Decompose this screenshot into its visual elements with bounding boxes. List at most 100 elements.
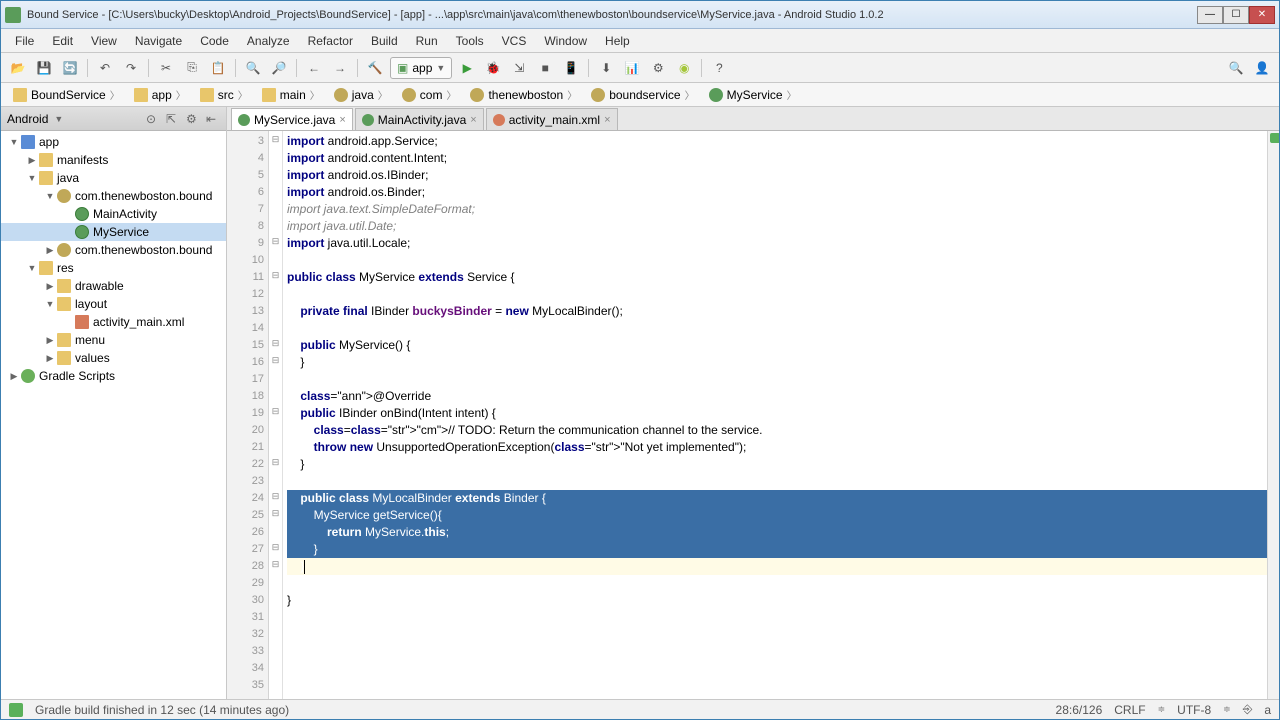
- close-button[interactable]: ✕: [1249, 6, 1275, 24]
- project-view-selector[interactable]: Android: [7, 112, 48, 126]
- breadcrumb-app[interactable]: app〉: [128, 85, 192, 104]
- tree-item-menu[interactable]: ▶menu: [1, 331, 226, 349]
- avd-icon[interactable]: 📱: [560, 57, 582, 79]
- attach-icon[interactable]: ⇲: [508, 57, 530, 79]
- copy-icon[interactable]: ⎘: [181, 57, 203, 79]
- tree-item-layout[interactable]: ▼layout: [1, 295, 226, 313]
- line-number-gutter[interactable]: 3456789101112131415161718192021222324252…: [227, 131, 269, 699]
- breadcrumb-com[interactable]: com〉: [396, 85, 463, 104]
- scroll-to-source-icon[interactable]: ⊙: [146, 112, 160, 126]
- close-tab-icon[interactable]: ×: [604, 114, 610, 126]
- menu-vcs[interactable]: VCS: [494, 32, 535, 50]
- stop-icon[interactable]: ■: [534, 57, 556, 79]
- menu-window[interactable]: Window: [536, 32, 595, 50]
- window-title: Bound Service - [C:\Users\bucky\Desktop\…: [27, 9, 1197, 21]
- status-ok-icon: [9, 703, 23, 717]
- error-strip[interactable]: [1267, 131, 1279, 699]
- menu-edit[interactable]: Edit: [44, 32, 81, 50]
- run-config-label: app: [412, 61, 432, 75]
- tree-item-app[interactable]: ▼app: [1, 133, 226, 151]
- menubar: FileEditViewNavigateCodeAnalyzeRefactorB…: [1, 29, 1279, 53]
- tab-activity-main-xml[interactable]: activity_main.xml×: [486, 108, 618, 130]
- titlebar: Bound Service - [C:\Users\bucky\Desktop\…: [1, 1, 1279, 29]
- code-area[interactable]: import android.app.Service;import androi…: [283, 131, 1267, 699]
- open-icon[interactable]: 📂: [7, 57, 29, 79]
- project-panel-header[interactable]: Android ▼ ⊙ ⇱ ⚙ ⇤: [1, 107, 226, 131]
- code-editor[interactable]: 3456789101112131415161718192021222324252…: [227, 131, 1279, 699]
- monitor-icon[interactable]: 📊: [621, 57, 643, 79]
- fold-gutter[interactable]: ⊟⊟⊟⊟⊟⊟⊟⊟⊟⊟⊟: [269, 131, 283, 699]
- menu-build[interactable]: Build: [363, 32, 406, 50]
- project-tree[interactable]: ▼app▶manifests▼java▼com.thenewboston.bou…: [1, 131, 226, 699]
- inspection-ok-icon: [1270, 133, 1279, 143]
- main-toolbar: 📂 💾 🔄 ↶ ↷ ✂ ⎘ 📋 🔍 🔎 ← → 🔨 ▣ app ▼ ▶ 🐞 ⇲ …: [1, 53, 1279, 83]
- tree-item-com-thenewboston-bound[interactable]: ▼com.thenewboston.bound: [1, 187, 226, 205]
- app-icon: [5, 7, 21, 23]
- status-message: Gradle build finished in 12 sec (14 minu…: [35, 703, 289, 717]
- android-icon[interactable]: ◉: [673, 57, 695, 79]
- user-icon[interactable]: 👤: [1251, 57, 1273, 79]
- run-icon[interactable]: ▶: [456, 57, 478, 79]
- tree-item-drawable[interactable]: ▶drawable: [1, 277, 226, 295]
- cut-icon[interactable]: ✂: [155, 57, 177, 79]
- menu-navigate[interactable]: Navigate: [127, 32, 190, 50]
- sdk-icon[interactable]: ⬇: [595, 57, 617, 79]
- tree-item-res[interactable]: ▼res: [1, 259, 226, 277]
- find-icon[interactable]: 🔍: [242, 57, 264, 79]
- paste-icon[interactable]: 📋: [207, 57, 229, 79]
- run-config-selector[interactable]: ▣ app ▼: [390, 57, 452, 79]
- tab-mainactivity-java[interactable]: MainActivity.java×: [355, 108, 484, 130]
- close-tab-icon[interactable]: ×: [339, 114, 345, 126]
- search-everywhere-icon[interactable]: 🔍: [1225, 57, 1247, 79]
- tree-item-gradle-scripts[interactable]: ▶Gradle Scripts: [1, 367, 226, 385]
- file-encoding[interactable]: UTF-8: [1177, 703, 1211, 717]
- hide-panel-icon[interactable]: ⇤: [206, 112, 220, 126]
- tree-item-com-thenewboston-bound[interactable]: ▶com.thenewboston.bound: [1, 241, 226, 259]
- tree-item-mainactivity[interactable]: MainActivity: [1, 205, 226, 223]
- menu-code[interactable]: Code: [192, 32, 237, 50]
- insert-mode-icon[interactable]: ⎆: [1243, 702, 1253, 717]
- menu-help[interactable]: Help: [597, 32, 638, 50]
- back-icon[interactable]: ←: [303, 57, 325, 79]
- help-icon[interactable]: ?: [708, 57, 730, 79]
- breadcrumb-boundservice[interactable]: boundservice〉: [585, 85, 700, 104]
- save-icon[interactable]: 💾: [33, 57, 55, 79]
- breadcrumb-myservice[interactable]: MyService〉: [703, 85, 803, 104]
- replace-icon[interactable]: 🔎: [268, 57, 290, 79]
- breadcrumb-boundservice[interactable]: BoundService〉: [7, 85, 126, 104]
- tree-item-manifests[interactable]: ▶manifests: [1, 151, 226, 169]
- tree-item-values[interactable]: ▶values: [1, 349, 226, 367]
- debug-icon[interactable]: 🐞: [482, 57, 504, 79]
- collapse-all-icon[interactable]: ⇱: [166, 112, 180, 126]
- minimize-button[interactable]: —: [1197, 6, 1223, 24]
- maximize-button[interactable]: ☐: [1223, 6, 1249, 24]
- menu-view[interactable]: View: [83, 32, 125, 50]
- breadcrumb-src[interactable]: src〉: [194, 85, 254, 104]
- line-separator[interactable]: CRLF: [1114, 703, 1145, 717]
- project-structure-icon[interactable]: ⚙: [647, 57, 669, 79]
- close-tab-icon[interactable]: ×: [470, 114, 476, 126]
- menu-tools[interactable]: Tools: [448, 32, 492, 50]
- tree-item-activity-main-xml[interactable]: activity_main.xml: [1, 313, 226, 331]
- context-indicator[interactable]: a: [1264, 703, 1271, 717]
- menu-file[interactable]: File: [7, 32, 42, 50]
- menu-refactor[interactable]: Refactor: [300, 32, 361, 50]
- forward-icon[interactable]: →: [329, 57, 351, 79]
- make-icon[interactable]: 🔨: [364, 57, 386, 79]
- menu-analyze[interactable]: Analyze: [239, 32, 298, 50]
- menu-run[interactable]: Run: [408, 32, 446, 50]
- settings-icon[interactable]: ⚙: [186, 112, 200, 126]
- breadcrumb-main[interactable]: main〉: [256, 85, 326, 104]
- editor-tabs: MyService.java×MainActivity.java×activit…: [227, 107, 1279, 131]
- navigation-breadcrumb: BoundService〉app〉src〉main〉java〉com〉thene…: [1, 83, 1279, 107]
- undo-icon[interactable]: ↶: [94, 57, 116, 79]
- breadcrumb-java[interactable]: java〉: [328, 85, 394, 104]
- sync-icon[interactable]: 🔄: [59, 57, 81, 79]
- tab-myservice-java[interactable]: MyService.java×: [231, 108, 353, 130]
- tree-item-myservice[interactable]: MyService: [1, 223, 226, 241]
- breadcrumb-thenewboston[interactable]: thenewboston〉: [464, 85, 583, 104]
- project-panel: Android ▼ ⊙ ⇱ ⚙ ⇤ ▼app▶manifests▼java▼co…: [1, 107, 227, 699]
- redo-icon[interactable]: ↷: [120, 57, 142, 79]
- caret-position[interactable]: 28:6/126: [1056, 703, 1103, 717]
- tree-item-java[interactable]: ▼java: [1, 169, 226, 187]
